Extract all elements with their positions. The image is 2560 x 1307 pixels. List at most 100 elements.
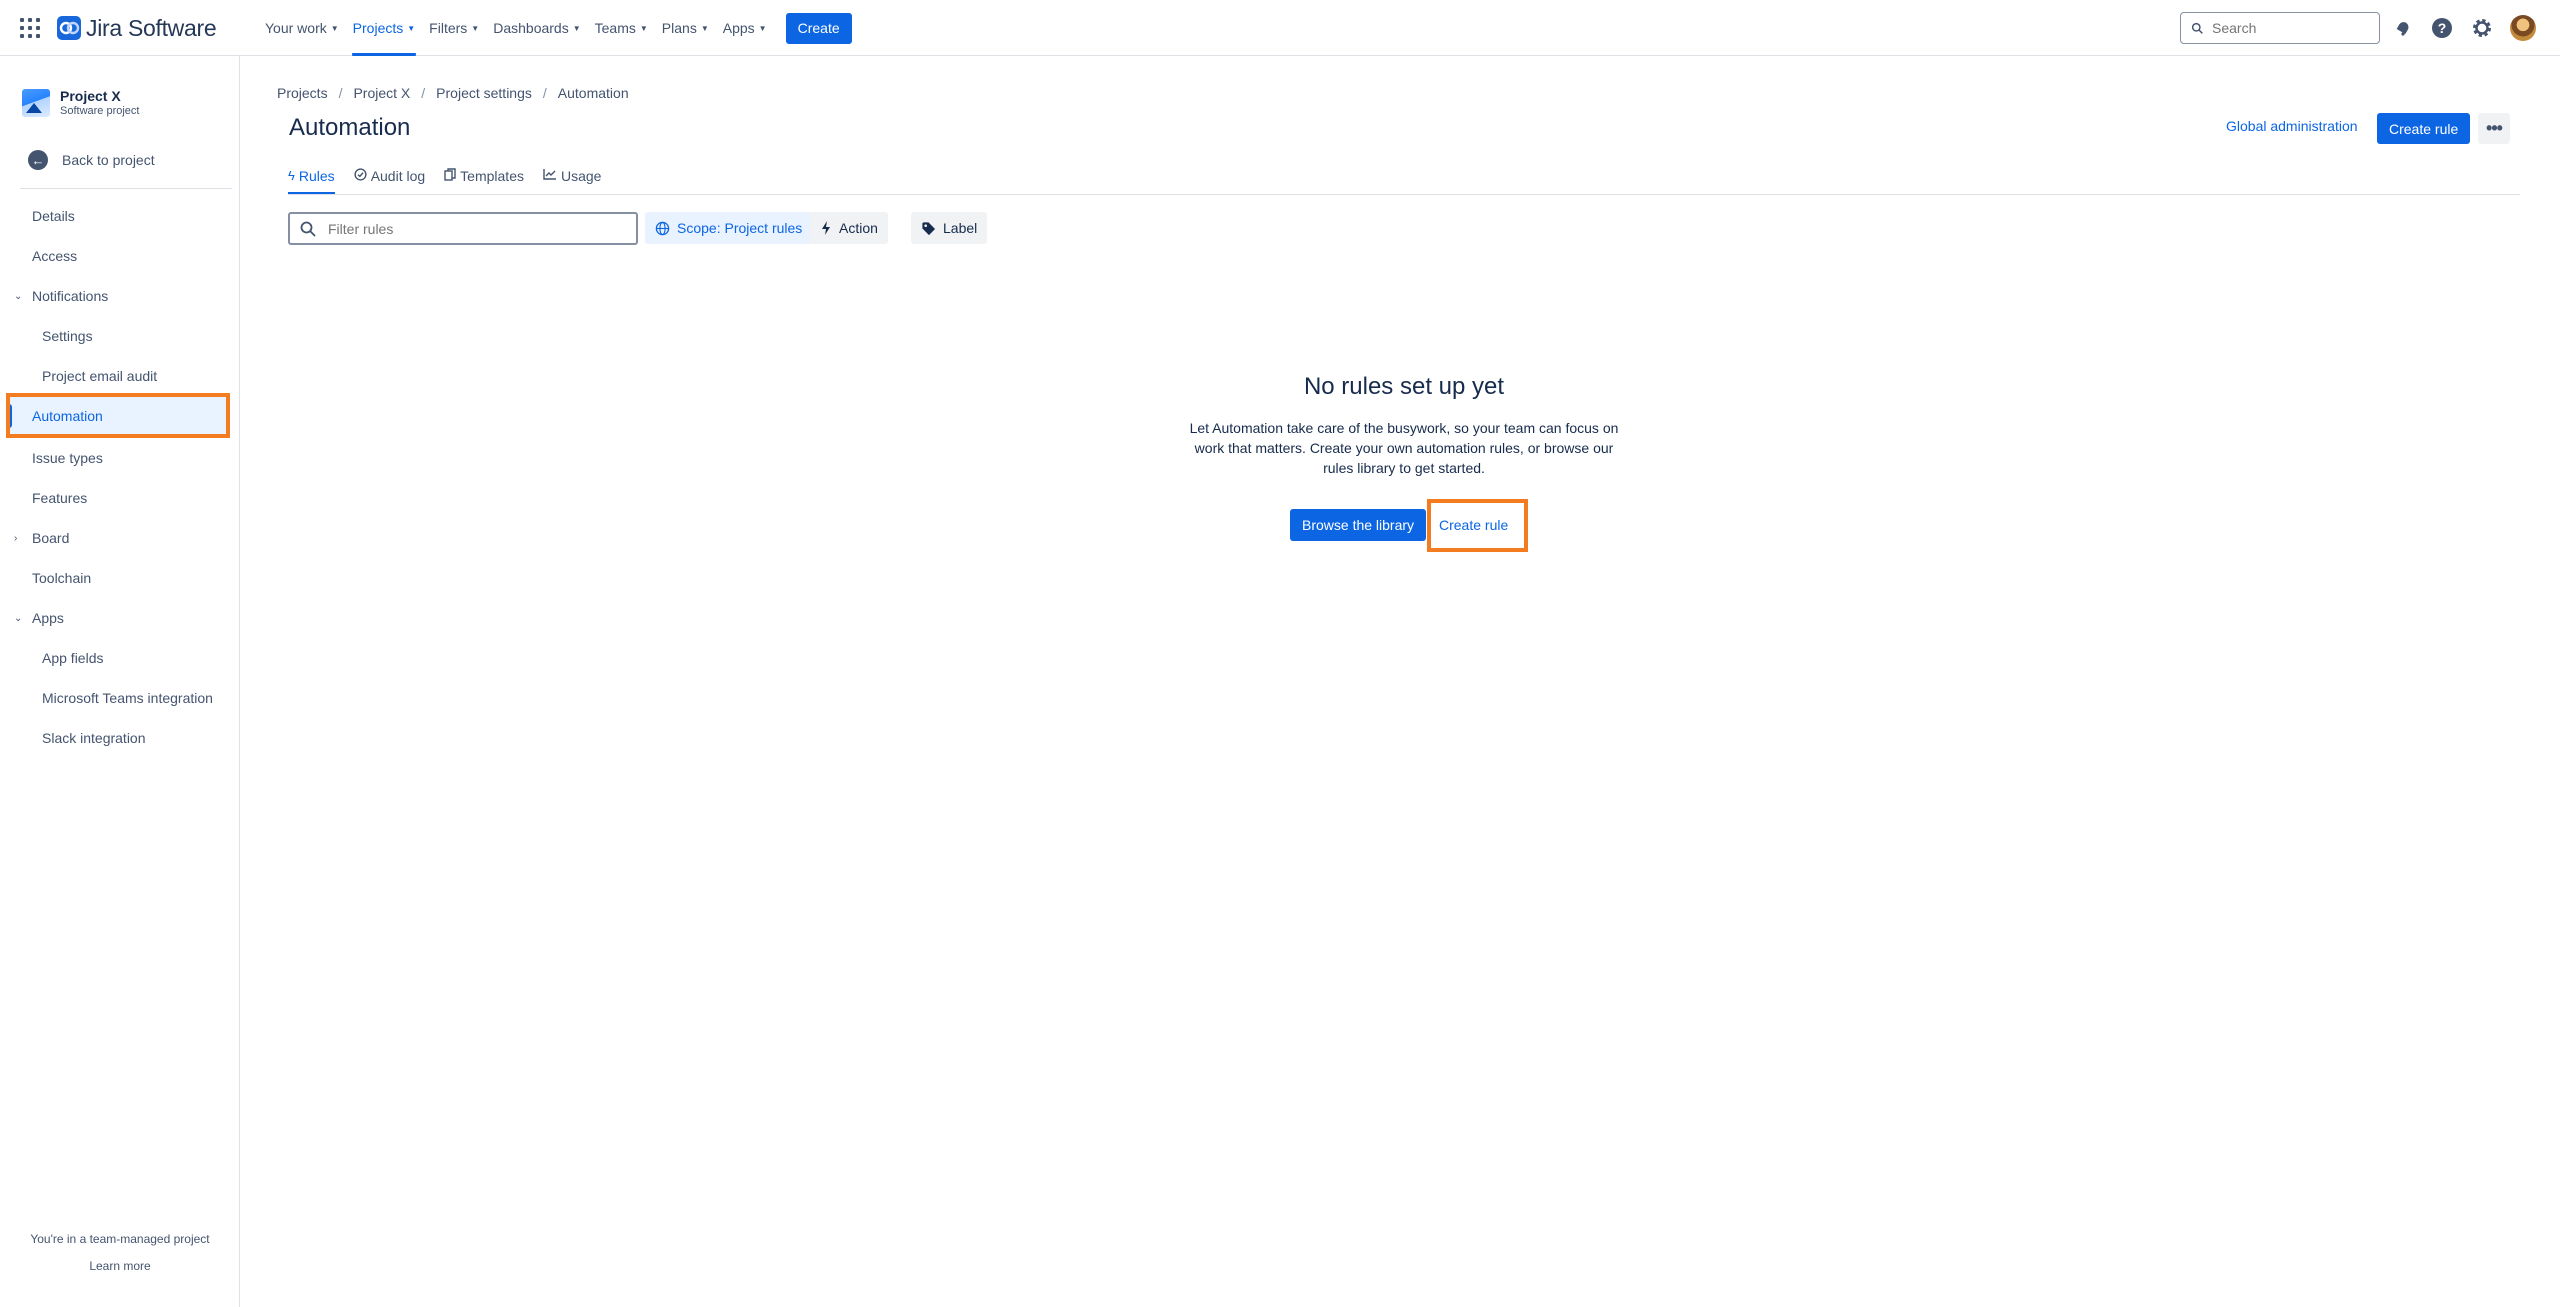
logo-text: Jira Software bbox=[86, 14, 217, 41]
sidebar-item-automation[interactable]: Automation bbox=[8, 396, 230, 436]
nav-label: Teams bbox=[594, 20, 636, 36]
help-icon[interactable]: ? bbox=[2430, 16, 2454, 40]
chevron-down-icon: ▼ bbox=[407, 23, 416, 33]
nav-plans[interactable]: Plans ▼ bbox=[655, 0, 716, 56]
sidebar-item-apps[interactable]: ⌄ Apps bbox=[8, 598, 230, 638]
bell-icon bbox=[2396, 22, 2409, 36]
sidebar-item-issue-types[interactable]: Issue types bbox=[8, 438, 230, 478]
globe-icon bbox=[655, 221, 670, 236]
svg-text:?: ? bbox=[2438, 20, 2447, 36]
filter-rules-field[interactable] bbox=[288, 212, 638, 245]
nav-filters[interactable]: Filters ▼ bbox=[422, 0, 486, 56]
sidebar-item-app-fields[interactable]: App fields bbox=[8, 638, 230, 678]
sidebar-item-board[interactable]: › Board bbox=[8, 518, 230, 558]
create-rule-button[interactable]: Create rule bbox=[2377, 113, 2471, 144]
search-input[interactable] bbox=[2212, 20, 2362, 36]
sidebar-item-label: Settings bbox=[42, 328, 93, 344]
project-sidebar: Project X Software project ← Back to pro… bbox=[0, 56, 240, 1307]
scope-filter-label: Scope: Project rules bbox=[677, 220, 803, 236]
back-to-project-link[interactable]: ← Back to project bbox=[28, 150, 155, 170]
learn-more-link[interactable]: Learn more bbox=[0, 1259, 240, 1273]
chevron-down-icon: ▼ bbox=[572, 23, 581, 33]
tab-label: Usage bbox=[560, 168, 602, 184]
sidebar-item-label: Issue types bbox=[32, 450, 103, 466]
breadcrumb-separator: / bbox=[421, 85, 426, 101]
sidebar-item-microsoft-teams[interactable]: Microsoft Teams integration bbox=[8, 678, 230, 718]
sidebar-item-label: Apps bbox=[32, 610, 64, 626]
project-name: Project X bbox=[60, 88, 121, 104]
sidebar-item-features[interactable]: Features bbox=[8, 478, 230, 518]
nav-label: Filters bbox=[429, 20, 468, 36]
settings-gear-icon[interactable] bbox=[2470, 16, 2494, 40]
global-administration-link[interactable]: Global administration bbox=[2226, 118, 2358, 134]
jira-logo[interactable]: Jira Software bbox=[56, 12, 217, 44]
sidebar-item-details[interactable]: Details bbox=[8, 196, 230, 236]
sidebar-item-slack[interactable]: Slack integration bbox=[8, 718, 230, 758]
chevron-down-icon: ▼ bbox=[330, 23, 339, 33]
tab-audit-log[interactable]: Audit log bbox=[354, 168, 425, 194]
sidebar-item-label: Access bbox=[32, 248, 78, 264]
tab-templates[interactable]: Templates bbox=[444, 168, 524, 194]
sidebar-item-label: Features bbox=[32, 490, 88, 506]
breadcrumb-automation[interactable]: Automation bbox=[558, 85, 629, 101]
tab-rules[interactable]: ϟ Rules bbox=[288, 168, 335, 194]
tab-usage[interactable]: Usage bbox=[543, 168, 601, 194]
notifications-bell-icon[interactable] bbox=[2391, 16, 2415, 40]
project-avatar-icon bbox=[22, 88, 50, 117]
tab-label: Audit log bbox=[370, 168, 426, 184]
action-filter-label: Action bbox=[839, 220, 878, 236]
jira-logo-icon bbox=[57, 16, 81, 40]
chevron-down-icon: ▼ bbox=[758, 23, 767, 33]
create-rule-link[interactable]: Create rule bbox=[1439, 517, 1508, 533]
nav-label: Plans bbox=[661, 20, 697, 36]
more-actions-button[interactable]: ••• bbox=[2478, 113, 2510, 144]
chevron-right-icon: › bbox=[14, 532, 18, 544]
nav-teams[interactable]: Teams ▼ bbox=[588, 0, 655, 56]
sidebar-divider bbox=[20, 188, 232, 189]
breadcrumb-separator: / bbox=[338, 85, 343, 101]
question-icon: ? bbox=[2432, 18, 2452, 38]
action-filter-button[interactable]: Action bbox=[810, 212, 888, 244]
breadcrumb: Projects / Project X / Project settings … bbox=[277, 85, 629, 101]
nav-label: Projects bbox=[352, 20, 404, 36]
more-icon: ••• bbox=[2486, 118, 2503, 138]
sidebar-item-label: Board bbox=[32, 530, 70, 546]
app-switcher-icon[interactable] bbox=[20, 18, 40, 38]
sidebar-item-notifications[interactable]: ⌄ Notifications bbox=[8, 276, 230, 316]
gear-icon bbox=[2473, 19, 2491, 37]
scope-filter-button[interactable]: Scope: Project rules bbox=[645, 212, 813, 244]
search-box[interactable] bbox=[2180, 12, 2380, 44]
copy-icon bbox=[444, 168, 456, 184]
chevron-down-icon: ▼ bbox=[471, 23, 480, 33]
arrow-left-icon: ← bbox=[28, 150, 48, 170]
project-header[interactable]: Project X Software project bbox=[22, 88, 139, 117]
sidebar-item-settings[interactable]: Settings bbox=[8, 316, 230, 356]
sidebar-item-label: Project email audit bbox=[42, 368, 158, 384]
sidebar-item-label: Slack integration bbox=[42, 730, 146, 746]
nav-apps[interactable]: Apps ▼ bbox=[716, 0, 774, 56]
label-filter-button[interactable]: Label bbox=[911, 212, 988, 244]
nav-your-work[interactable]: Your work ▼ bbox=[258, 0, 346, 56]
user-avatar[interactable] bbox=[2510, 15, 2536, 41]
breadcrumb-project-x[interactable]: Project X bbox=[353, 85, 410, 101]
breadcrumb-projects[interactable]: Projects bbox=[277, 85, 328, 101]
line-chart-icon bbox=[543, 168, 557, 183]
browse-library-button[interactable]: Browse the library bbox=[1290, 509, 1427, 541]
page-title: Automation bbox=[289, 114, 411, 141]
top-navigation: Jira Software Your work ▼ Projects ▼ Filte… bbox=[0, 0, 2560, 56]
nav-dashboards[interactable]: Dashboards ▼ bbox=[486, 0, 587, 56]
create-button[interactable]: Create bbox=[785, 12, 852, 44]
tab-label: Rules bbox=[298, 168, 335, 184]
sidebar-item-toolchain[interactable]: Toolchain bbox=[8, 558, 230, 598]
sidebar-item-project-email-audit[interactable]: Project email audit bbox=[8, 356, 230, 396]
nav-projects[interactable]: Projects ▼ bbox=[346, 0, 423, 56]
filter-rules-input[interactable] bbox=[328, 220, 618, 237]
breadcrumb-project-settings[interactable]: Project settings bbox=[436, 85, 532, 101]
sidebar-item-label: Automation bbox=[32, 408, 103, 424]
sidebar-item-access[interactable]: Access bbox=[8, 236, 230, 276]
lightning-icon: ϟ bbox=[288, 168, 295, 183]
tab-label: Templates bbox=[460, 168, 524, 184]
sidebar-item-label: Toolchain bbox=[32, 570, 92, 586]
nav-label: Your work bbox=[265, 20, 327, 36]
tag-icon bbox=[921, 221, 936, 236]
